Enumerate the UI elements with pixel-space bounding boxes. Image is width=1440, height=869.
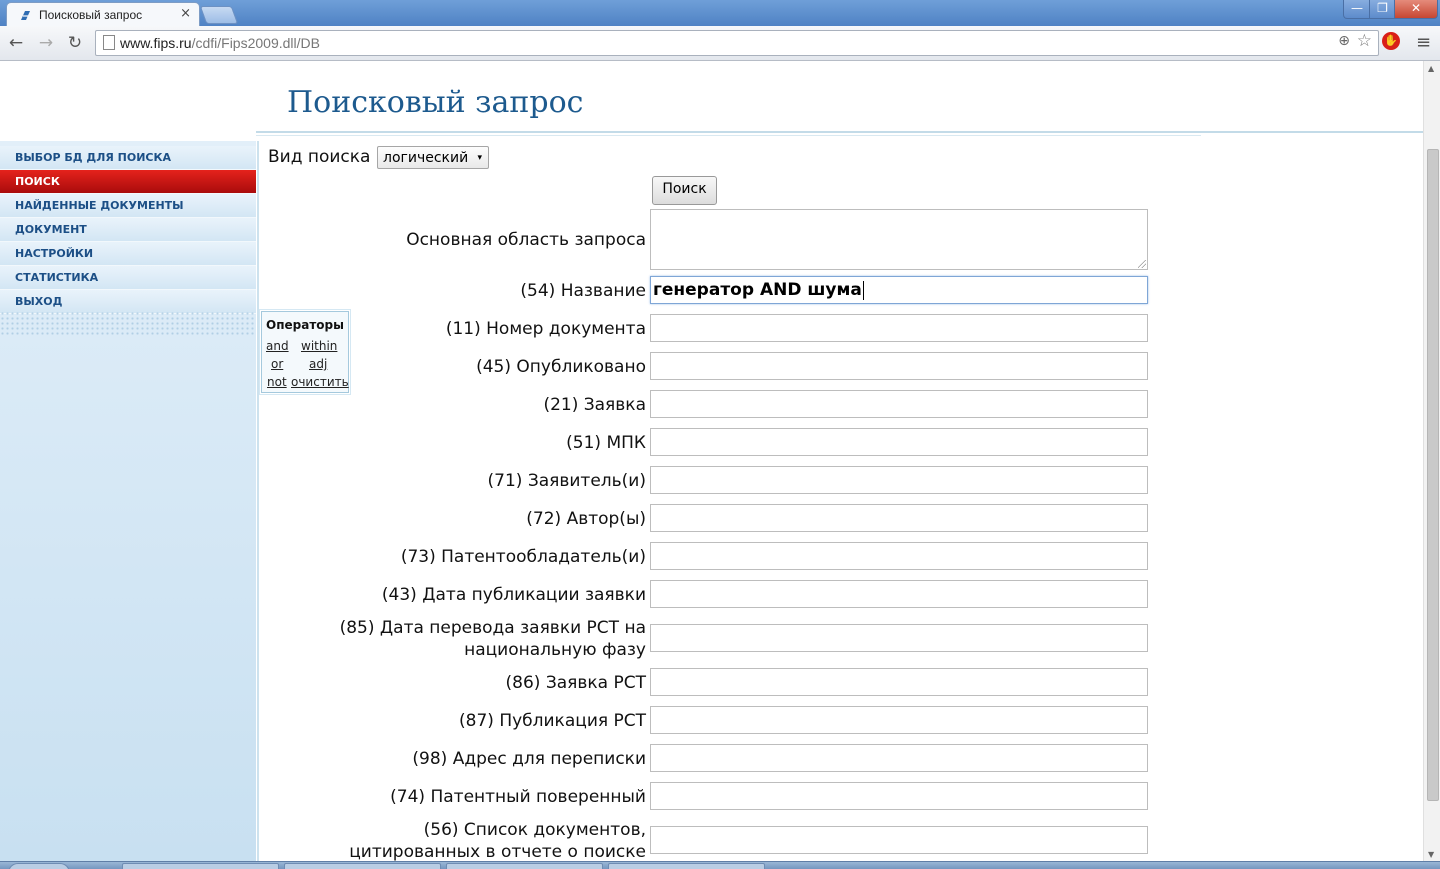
application-pub-date-label: (43) Дата публикации заявки bbox=[381, 585, 646, 605]
patent-holder-label: (73) Патентообладатель(и) bbox=[400, 547, 646, 567]
sidebar-decoration bbox=[0, 311, 256, 335]
url-path: /cdfi/Fips2009.dll/DB bbox=[191, 35, 320, 51]
pct-publication-label: (87) Публикация PCT bbox=[459, 711, 646, 731]
browser-tab[interactable]: Поисковый запрос × bbox=[6, 2, 200, 27]
back-icon[interactable]: ← bbox=[6, 33, 26, 53]
correspondence-address-input[interactable] bbox=[650, 744, 1148, 772]
ipc-label: (51) МПК bbox=[566, 433, 646, 453]
taskbar-item-2[interactable] bbox=[284, 863, 441, 869]
tab-title: Поисковый запрос bbox=[39, 8, 143, 22]
cited-docs-input[interactable] bbox=[650, 826, 1148, 854]
close-window-button[interactable]: ✕ bbox=[1394, 0, 1438, 19]
scroll-up-icon[interactable]: ▲ bbox=[1428, 64, 1434, 73]
operator-or-link[interactable]: or bbox=[271, 357, 283, 371]
minimize-button[interactable]: — bbox=[1343, 0, 1371, 19]
operators-panel: Операторы and within or adj not очистить bbox=[259, 309, 351, 395]
search-button[interactable]: Поиск bbox=[652, 176, 717, 205]
operator-clear-link[interactable]: очистить bbox=[291, 375, 349, 389]
application-pub-date-input[interactable] bbox=[650, 580, 1148, 608]
scroll-down-icon[interactable]: ▼ bbox=[1428, 850, 1434, 859]
browser-toolbar: ← → ↻ www.fips.ru/cdfi/Fips2009.dll/DB ⊕… bbox=[0, 26, 1440, 61]
patent-attorney-label: (74) Патентный поверенный bbox=[390, 787, 646, 807]
reload-icon[interactable]: ↻ bbox=[65, 33, 85, 53]
browser-titlebar: Поисковый запрос × — ❐ ✕ bbox=[0, 0, 1440, 27]
tab-close-icon[interactable]: × bbox=[180, 6, 191, 21]
fips-favicon-icon bbox=[21, 11, 30, 20]
doc-number-input[interactable] bbox=[650, 314, 1148, 342]
sidebar-item-1[interactable]: ПОИСК bbox=[0, 170, 256, 194]
taskbar-item-3[interactable] bbox=[446, 863, 603, 869]
operator-within-link[interactable]: within bbox=[301, 339, 337, 353]
operator-and-link[interactable]: and bbox=[266, 339, 289, 353]
browser-menu-icon[interactable]: ≡ bbox=[1416, 32, 1431, 53]
taskbar-item-4[interactable] bbox=[608, 863, 765, 869]
pct-translation-date-label-line1: (85) Дата перевода заявки PCT на bbox=[339, 618, 646, 638]
zoom-icon[interactable]: ⊕ bbox=[1338, 33, 1350, 49]
adblock-extension-icon[interactable]: ✋ bbox=[1382, 32, 1400, 50]
sidebar-item-0[interactable]: ВЫБОР БД ДЛЯ ПОИСКА bbox=[0, 146, 256, 170]
text-cursor bbox=[862, 280, 864, 300]
main-query-label: Основная область запроса bbox=[406, 230, 646, 250]
header-divider bbox=[256, 131, 1423, 133]
sidebar-item-4[interactable]: НАСТРОЙКИ bbox=[0, 242, 256, 266]
doc-number-label: (11) Номер документа bbox=[445, 319, 646, 339]
title-field-input[interactable]: генератор AND шума bbox=[650, 276, 1148, 304]
patent-attorney-input[interactable] bbox=[650, 782, 1148, 810]
author-input[interactable] bbox=[650, 504, 1148, 532]
patent-holder-input[interactable] bbox=[650, 542, 1148, 570]
application-label: (21) Заявка bbox=[543, 395, 646, 415]
chevron-down-icon: ▾ bbox=[477, 153, 482, 163]
title-field-label: (54) Название bbox=[520, 281, 646, 301]
url-host: www.fips.ru bbox=[120, 35, 192, 51]
page-title: Поисковый запрос bbox=[287, 85, 584, 120]
applicant-label: (71) Заявитель(и) bbox=[487, 471, 646, 491]
pct-translation-date-label-line2: национальную фазу bbox=[464, 640, 646, 660]
operator-not-link[interactable]: not bbox=[267, 375, 287, 389]
page-viewport: Поисковый запрос ВЫБОР БД ДЛЯ ПОИСКА ПОИС… bbox=[0, 61, 1423, 861]
sidebar: ВЫБОР БД ДЛЯ ПОИСКА ПОИСК НАЙДЕННЫЕ ДОКУМЕ… bbox=[0, 141, 256, 861]
correspondence-address-label: (98) Адрес для переписки bbox=[412, 749, 646, 769]
sidebar-menu: ВЫБОР БД ДЛЯ ПОИСКА ПОИСК НАЙДЕННЫЕ ДОКУМЕ… bbox=[0, 146, 256, 314]
url-text: www.fips.ru/cdfi/Fips2009.dll/DB bbox=[120, 35, 320, 51]
scrollbar-thumb[interactable] bbox=[1427, 149, 1439, 801]
title-field-value: генератор AND шума bbox=[653, 280, 862, 300]
cited-docs-label-line1: (56) Список документов, bbox=[423, 820, 646, 840]
published-label: (45) Опубликовано bbox=[476, 357, 646, 377]
forward-icon[interactable]: → bbox=[36, 33, 56, 53]
start-button[interactable] bbox=[8, 863, 70, 869]
ipc-input[interactable] bbox=[650, 428, 1148, 456]
sidebar-item-2[interactable]: НАЙДЕННЫЕ ДОКУМЕНТЫ bbox=[0, 194, 256, 218]
search-type-value: логический bbox=[383, 150, 469, 166]
pct-application-label: (86) Заявка PCT bbox=[505, 673, 646, 693]
new-tab-button[interactable] bbox=[199, 6, 239, 24]
applicant-input[interactable] bbox=[650, 466, 1148, 494]
page-icon bbox=[103, 35, 115, 50]
operator-adj-link[interactable]: adj bbox=[309, 357, 327, 371]
header-divider-secondary bbox=[256, 135, 1201, 136]
maximize-button[interactable]: ❐ bbox=[1369, 0, 1396, 19]
cited-docs-label-line2: цитированных в отчете о поиске bbox=[349, 842, 646, 861]
pct-translation-date-input[interactable] bbox=[650, 624, 1148, 652]
taskbar-item-1[interactable] bbox=[122, 863, 279, 869]
sidebar-item-3[interactable]: ДОКУМЕНТ bbox=[0, 218, 256, 242]
pct-publication-input[interactable] bbox=[650, 706, 1148, 734]
resize-grip-icon[interactable] bbox=[1138, 260, 1146, 268]
pct-application-input[interactable] bbox=[650, 668, 1148, 696]
page-scrollbar[interactable]: ▲ ▼ bbox=[1423, 61, 1440, 861]
search-form: Вид поиска логический ▾ Поиск Операторы … bbox=[257, 141, 1423, 861]
main-query-textarea[interactable] bbox=[650, 209, 1148, 270]
sidebar-item-5[interactable]: СТАТИСТИКА bbox=[0, 266, 256, 290]
search-type-label: Вид поиска bbox=[268, 147, 371, 167]
published-input[interactable] bbox=[650, 352, 1148, 380]
author-label: (72) Автор(ы) bbox=[526, 509, 646, 529]
address-bar[interactable]: www.fips.ru/cdfi/Fips2009.dll/DB ⊕ ☆ bbox=[95, 30, 1379, 56]
application-input[interactable] bbox=[650, 390, 1148, 418]
bookmark-star-icon[interactable]: ☆ bbox=[1357, 31, 1372, 51]
search-type-select[interactable]: логический ▾ bbox=[377, 146, 489, 169]
operators-title: Операторы bbox=[266, 318, 344, 332]
